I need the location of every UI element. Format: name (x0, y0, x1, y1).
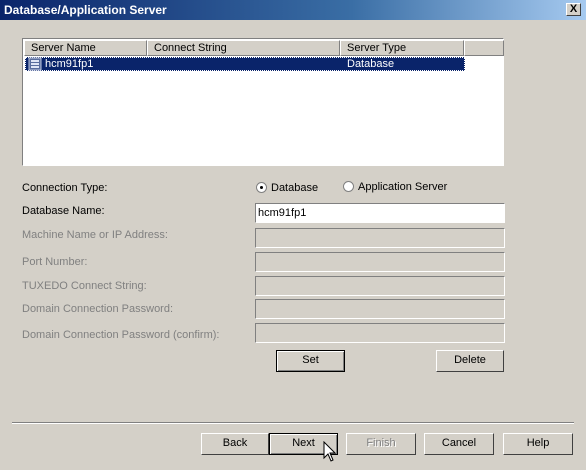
close-button[interactable]: X (566, 3, 581, 16)
close-icon: X (569, 3, 578, 15)
title-bar: Database/Application Server X (0, 0, 586, 20)
column-header-server-name[interactable]: Server Name (24, 40, 147, 56)
window-title: Database/Application Server (4, 3, 167, 17)
server-list-header: Server Name Connect String Server Type (24, 40, 504, 56)
back-button[interactable]: Back (201, 433, 269, 455)
machine-name-field (255, 228, 505, 248)
database-name-value: hcm91fp1 (258, 207, 307, 219)
dialog-window: Database/Application Server X Server Nam… (0, 0, 586, 470)
radio-application-server-label[interactable]: Application Server (358, 181, 447, 193)
table-row[interactable]: hcm91fp1 Database (25, 57, 465, 71)
footer-separator-highlight (12, 423, 574, 424)
port-number-label: Port Number: (22, 256, 88, 268)
cancel-button[interactable]: Cancel (424, 433, 494, 455)
mouse-pointer-icon (323, 441, 337, 462)
cell-server-name: hcm91fp1 (45, 58, 94, 70)
radio-database-label[interactable]: Database (271, 182, 318, 194)
tuxedo-connect-string-field (255, 276, 505, 296)
server-list[interactable]: Server Name Connect String Server Type h… (22, 38, 504, 166)
domain-password-field (255, 299, 505, 319)
help-button[interactable]: Help (503, 433, 573, 455)
database-name-label: Database Name: (22, 205, 105, 217)
column-header-filler (464, 40, 504, 56)
domain-password-label: Domain Connection Password: (22, 303, 174, 315)
radio-application-server[interactable] (343, 181, 354, 192)
delete-button[interactable]: Delete (436, 350, 504, 372)
set-button[interactable]: Set (276, 350, 345, 372)
database-server-icon (28, 57, 42, 71)
cell-server-type: Database (347, 58, 395, 70)
domain-password-confirm-label: Domain Connection Password (confirm): (22, 329, 220, 341)
radio-database[interactable] (256, 182, 267, 193)
finish-button: Finish (346, 433, 416, 455)
machine-name-label: Machine Name or IP Address: (22, 229, 168, 241)
column-header-connect-string[interactable]: Connect String (147, 40, 340, 56)
database-name-field[interactable]: hcm91fp1 (255, 203, 505, 223)
tuxedo-connect-string-label: TUXEDO Connect String: (22, 280, 147, 292)
column-header-server-type[interactable]: Server Type (340, 40, 464, 56)
domain-password-confirm-field (255, 323, 505, 343)
connection-type-label: Connection Type: (22, 182, 108, 194)
port-number-field (255, 252, 505, 272)
